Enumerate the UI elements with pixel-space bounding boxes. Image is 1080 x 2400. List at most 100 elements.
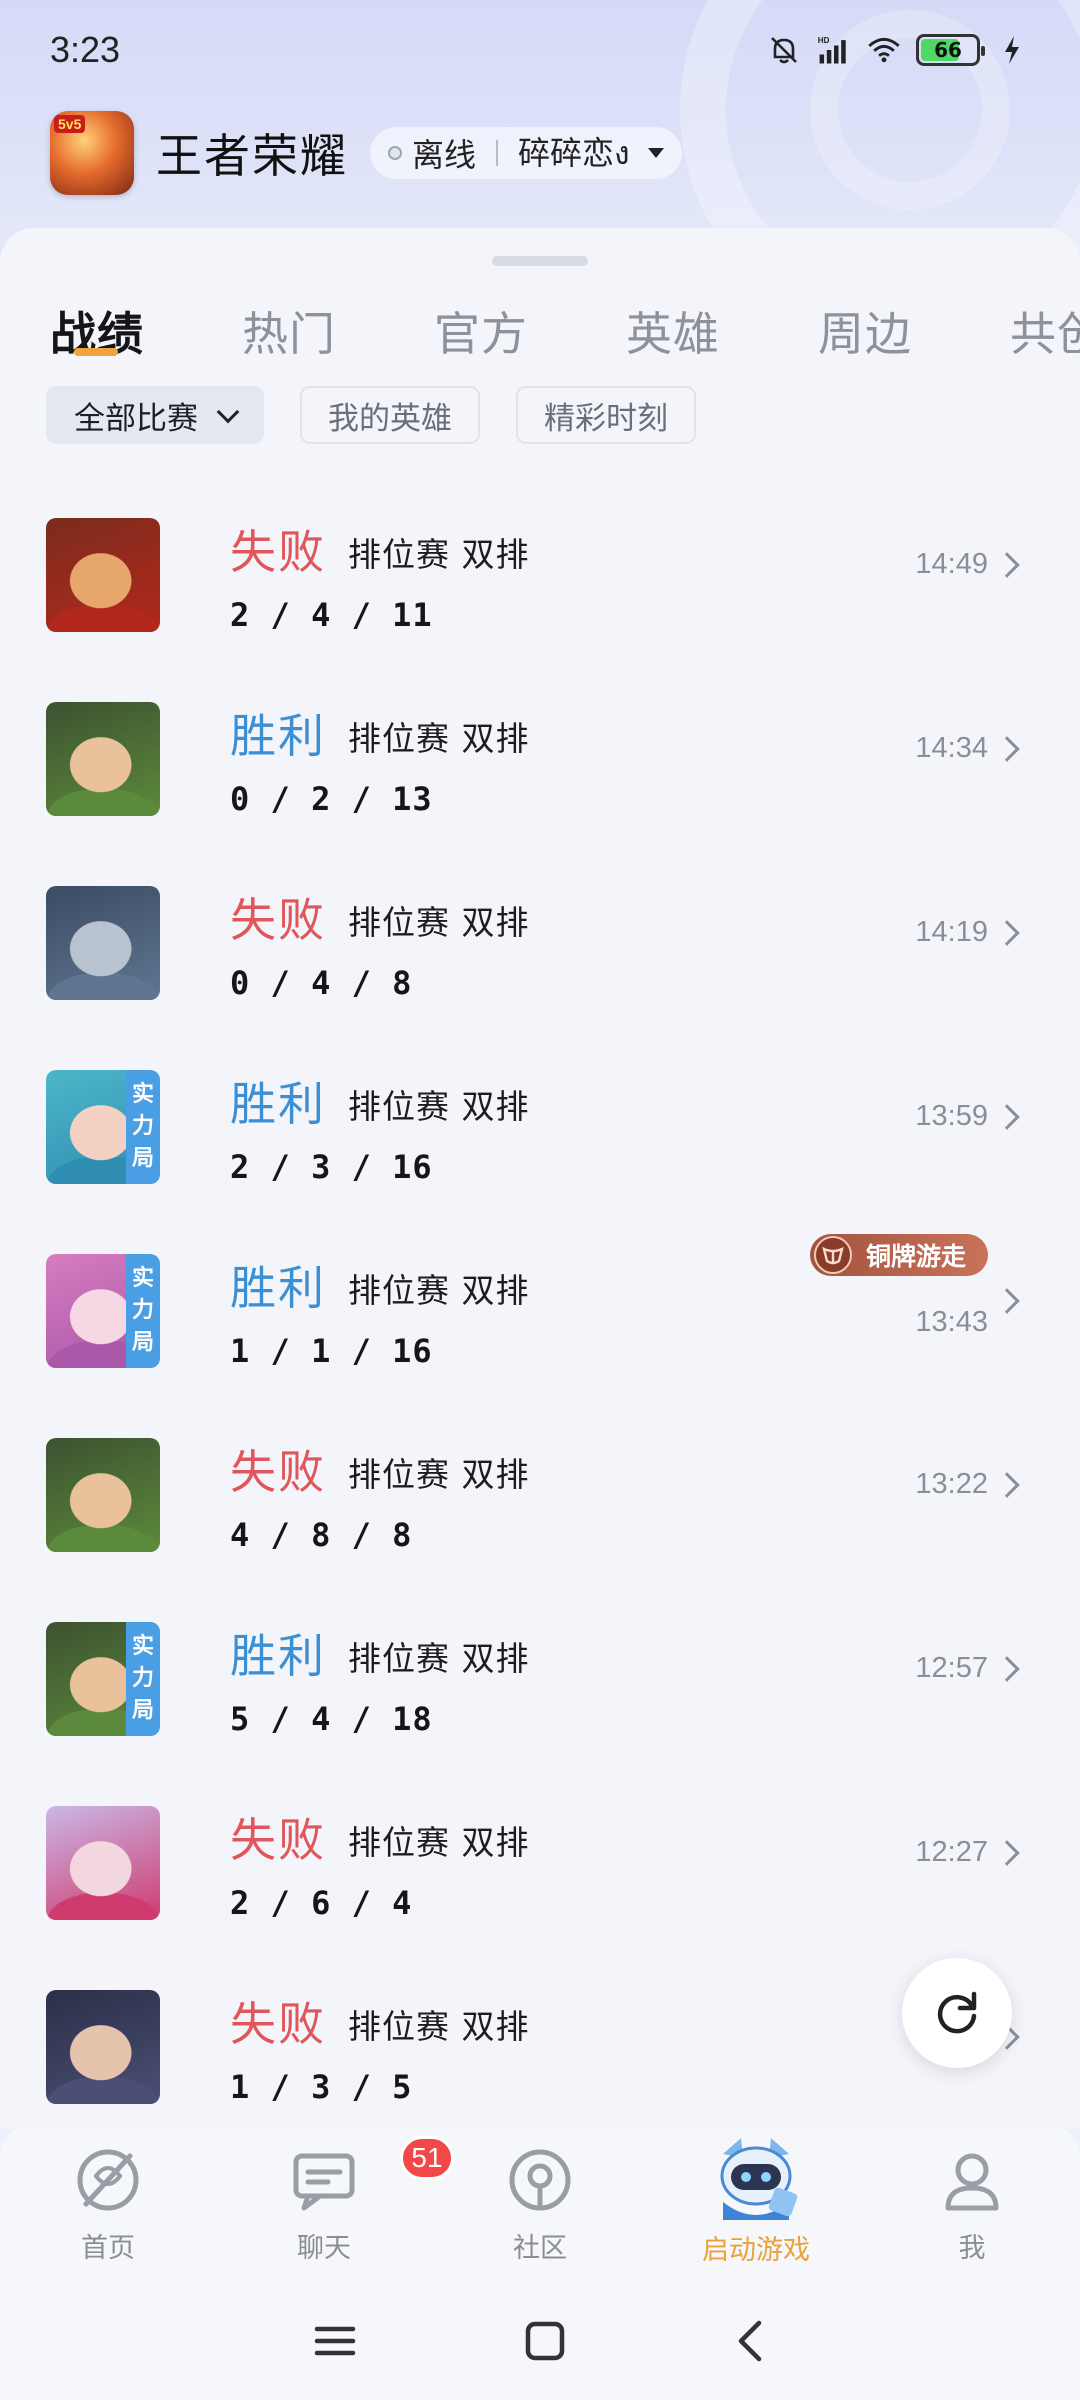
- strength-match-badge: 实力局: [126, 1622, 160, 1736]
- badge-char: 实: [131, 1082, 154, 1107]
- nav-community[interactable]: 社区: [432, 2126, 648, 2286]
- badge-char: 实: [131, 1634, 154, 1659]
- badge-char: 力: [131, 1114, 154, 1139]
- nav-launch-game[interactable]: 启动游戏: [648, 2126, 864, 2286]
- charging-icon: [994, 32, 1030, 68]
- home-icon: [72, 2144, 144, 2216]
- chevron-right-icon: [994, 1472, 1020, 1498]
- match-kda: 4 / 8 / 8: [230, 1516, 413, 1554]
- filter-highlights[interactable]: 精彩时刻: [516, 386, 696, 444]
- match-row[interactable]: 实力局 胜利 排位赛 双排 1 / 1 / 16 铜牌游走 13:43: [0, 1226, 1080, 1410]
- match-result: 失败: [230, 1813, 326, 1867]
- match-row[interactable]: 实力局 胜利 排位赛 双排 2 / 3 / 16 13:59: [0, 1042, 1080, 1226]
- match-time: 14:34: [915, 732, 988, 764]
- nav-label: 聊天: [297, 2233, 351, 2264]
- match-row[interactable]: 失败 排位赛 双排 0 / 4 / 8 14:19: [0, 858, 1080, 1042]
- match-row[interactable]: 失败 排位赛 双排 2 / 6 / 4 12:27: [0, 1778, 1080, 1962]
- chevron-down-icon: [216, 400, 240, 424]
- filter-label: 全部比赛: [74, 400, 198, 437]
- match-time: 14:19: [915, 916, 988, 948]
- hero-portrait: [46, 702, 160, 816]
- match-mode: 排位赛 双排: [348, 1639, 530, 1678]
- chevron-right-icon: [994, 920, 1020, 946]
- match-result: 胜利: [230, 709, 326, 763]
- system-navigation-bar: [0, 2286, 1080, 2400]
- match-mode: 排位赛 双排: [348, 719, 530, 758]
- chevron-right-icon: [994, 1288, 1020, 1314]
- svg-text:HD: HD: [818, 36, 830, 45]
- chevron-right-icon: [994, 1656, 1020, 1682]
- tab-official[interactable]: 官方: [434, 298, 528, 364]
- status-icons: HD 66: [766, 32, 1030, 68]
- chevron-right-icon: [994, 1104, 1020, 1130]
- match-kda: 2 / 6 / 4: [230, 1884, 413, 1922]
- tab-heroes[interactable]: 英雄: [626, 298, 720, 364]
- nav-label: 社区: [513, 2233, 567, 2264]
- game-app-icon[interactable]: 5v5: [50, 111, 134, 195]
- status-time: 3:23: [50, 29, 121, 70]
- match-kda: 2 / 3 / 16: [230, 1148, 433, 1186]
- match-kda: 0 / 4 / 8: [230, 964, 413, 1002]
- sheet-drag-handle[interactable]: [492, 256, 588, 266]
- badge-char: 力: [131, 1666, 154, 1691]
- divider: [496, 140, 499, 166]
- battery-level: 66: [934, 38, 962, 62]
- hero-avatar: [46, 1990, 160, 2104]
- match-mode: 排位赛 双排: [348, 1271, 530, 1310]
- main-sheet: 战绩 热门 官方 英雄 周边 共创 全部比赛 我的英雄 精彩时刻 失败排位赛 双…: [0, 228, 1080, 2128]
- nav-label: 启动游戏: [702, 2235, 810, 2266]
- online-status: 离线: [412, 136, 477, 174]
- recent-apps-button[interactable]: [313, 2321, 357, 2365]
- status-bar: 3:23 HD 66: [0, 0, 1080, 100]
- match-row[interactable]: 胜利 排位赛 双排 0 / 2 / 13 14:34: [0, 674, 1080, 858]
- tab-hot[interactable]: 热门: [242, 298, 336, 364]
- match-row[interactable]: 失败 排位赛 双排 2 / 4 / 11 14:49: [0, 490, 1080, 674]
- refresh-icon: [937, 1991, 977, 2034]
- honor-emblem-icon: [813, 1236, 852, 1274]
- hero-avatar: [46, 1806, 160, 1920]
- badge-char: 局: [131, 1146, 154, 1171]
- back-system-button[interactable]: [733, 2319, 767, 2367]
- game-icon-tag: 5v5: [54, 115, 86, 133]
- nav-profile[interactable]: 我: [864, 2126, 1080, 2286]
- match-mode: 排位赛 双排: [348, 1455, 530, 1494]
- match-mode: 排位赛 双排: [348, 535, 530, 574]
- filter-my-heroes[interactable]: 我的英雄: [300, 386, 480, 444]
- nav-home[interactable]: 首页: [0, 2126, 216, 2286]
- filter-label: 我的英雄: [328, 400, 452, 437]
- home-system-button[interactable]: [523, 2319, 567, 2367]
- app-header: 5v5 王者荣耀 离线 碎碎恋ง: [50, 108, 682, 198]
- account-switcher[interactable]: 离线 碎碎恋ง: [370, 127, 682, 179]
- match-result: 失败: [230, 893, 326, 947]
- offline-dot-icon: [388, 146, 402, 160]
- match-mode: 排位赛 双排: [348, 1087, 530, 1126]
- chevron-right-icon: [994, 1840, 1020, 1866]
- filter-all-matches[interactable]: 全部比赛: [46, 386, 264, 444]
- signal-icon: HD: [816, 32, 852, 68]
- match-row[interactable]: 实力局 胜利 排位赛 双排 5 / 4 / 18 12:57: [0, 1594, 1080, 1778]
- match-kda: 5 / 4 / 18: [230, 1700, 433, 1738]
- hero-portrait: [46, 1990, 160, 2104]
- match-time: 13:59: [915, 1100, 988, 1132]
- match-kda: 0 / 2 / 13: [230, 780, 433, 818]
- square-icon: [525, 2321, 565, 2361]
- match-kda: 2 / 4 / 11: [230, 596, 433, 634]
- back-arrow-icon: [738, 2320, 762, 2362]
- match-time: 12:57: [915, 1652, 988, 1684]
- tab-merch[interactable]: 周边: [818, 298, 912, 364]
- match-result: 胜利: [230, 1629, 326, 1683]
- chat-icon: 51: [288, 2136, 454, 2216]
- filter-chips: 全部比赛 我的英雄 精彩时刻: [46, 386, 696, 444]
- active-tab-indicator: [74, 348, 118, 356]
- nav-chat[interactable]: 51 聊天: [216, 2126, 454, 2286]
- honor-label: 铜牌游走: [865, 1242, 966, 1271]
- hero-avatar: [46, 702, 160, 816]
- tab-co-creation[interactable]: 共创: [1010, 298, 1080, 364]
- category-tabs: 战绩 热门 官方 英雄 周边 共创: [0, 276, 1080, 386]
- refresh-button[interactable]: [902, 1958, 1012, 2068]
- strength-match-badge: 实力局: [126, 1070, 160, 1184]
- match-row[interactable]: 失败 排位赛 双排 4 / 8 / 8 13:22: [0, 1410, 1080, 1594]
- nav-label: 我: [958, 2233, 986, 2264]
- mute-bell-icon: [766, 32, 802, 68]
- match-result: 失败: [230, 1997, 326, 2051]
